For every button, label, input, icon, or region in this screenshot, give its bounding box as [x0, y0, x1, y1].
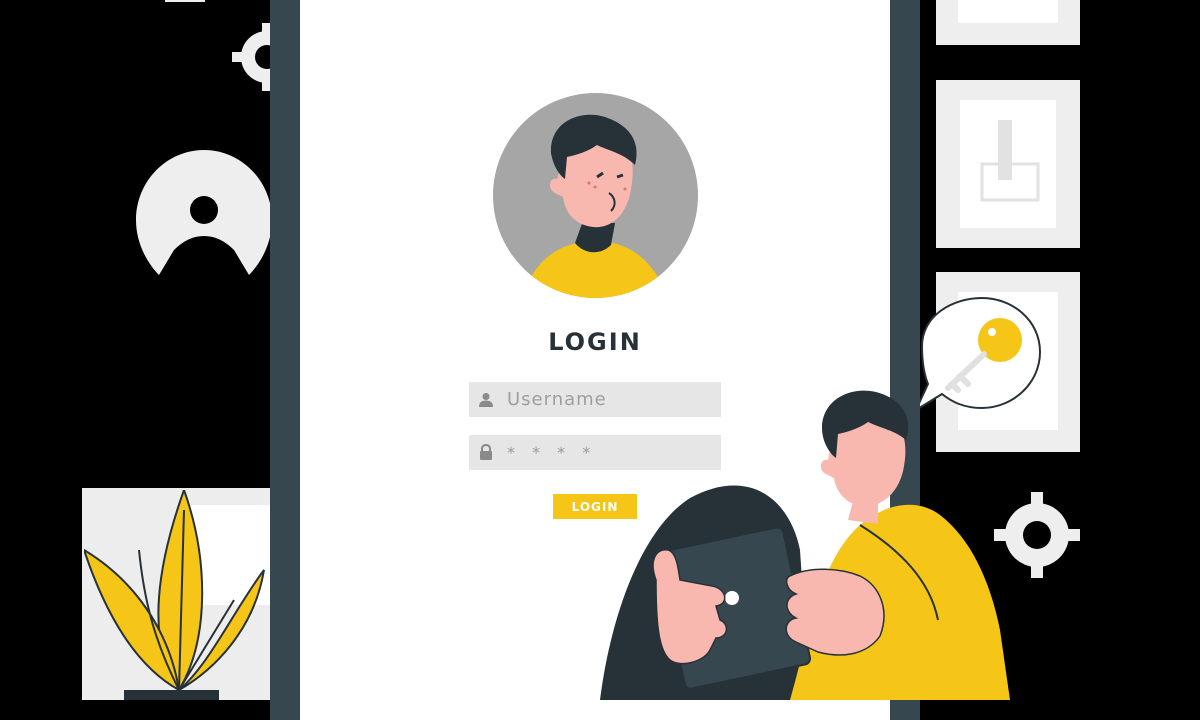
avatar [493, 93, 698, 298]
user-badge-icon [136, 150, 272, 275]
person-illustration [600, 390, 1010, 700]
user-icon [479, 392, 493, 408]
login-illustration: LOGIN Username * * * * LOGIN [0, 0, 1200, 720]
frame-panel-inner [958, 0, 1058, 23]
plant-icon [84, 490, 265, 700]
login-title: LOGIN [548, 328, 642, 356]
lock-icon [479, 444, 493, 461]
gear-icon [165, 0, 205, 2]
avatar-illustration [523, 114, 668, 298]
upload-icon [980, 120, 1040, 202]
